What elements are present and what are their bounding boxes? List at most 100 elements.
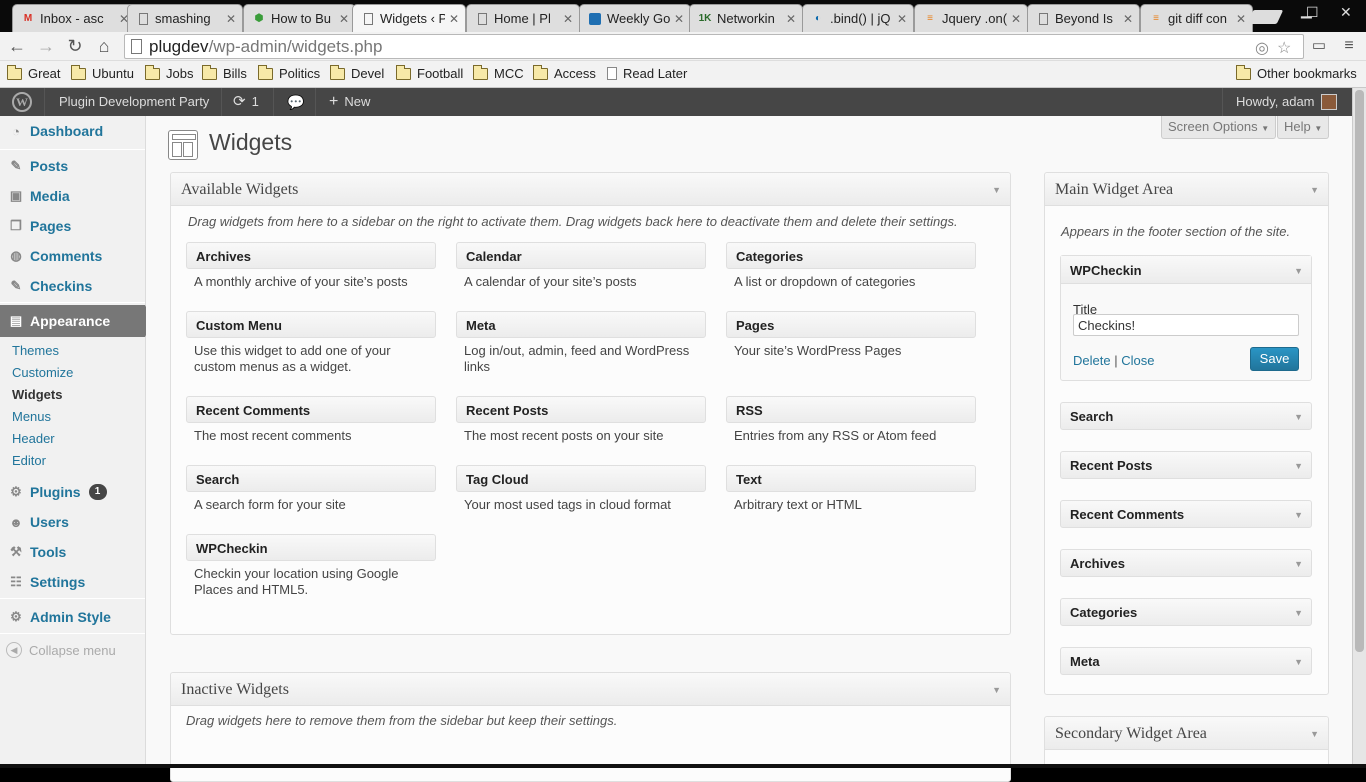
bookmark-folder[interactable]: Ubuntu [70,64,134,81]
close-link[interactable]: Close [1121,353,1154,368]
main-widget-area-header[interactable]: Main Widget Area ▼ [1045,173,1328,206]
available-widget-wpcheckin[interactable]: WPCheckin Checkin your location using Goo… [186,534,436,603]
available-widget-rss[interactable]: RSS Entries from any RSS or Atom feed [726,396,976,449]
available-widget-recent-posts[interactable]: Recent Posts The most recent posts on you… [456,396,706,449]
toggle-arrow-icon[interactable]: ▼ [1310,185,1319,195]
browser-tab[interactable]: M Inbox - asc ✕ [12,4,136,32]
browser-tab[interactable]: ⬢ How to Bu ✕ [243,4,356,32]
collapse-menu-button[interactable]: ◀ Collapse menu [6,642,116,658]
menu-dashboard[interactable]: ◔ Dashboard [0,116,145,146]
bookmark-folder[interactable]: Politics [257,64,320,81]
close-tab-icon[interactable]: ✕ [1236,12,1246,26]
toggle-arrow-icon[interactable]: ▼ [1294,559,1303,569]
menu-appearance[interactable]: ▤ Appearance [0,305,153,337]
submenu-editor[interactable]: Editor [12,453,46,468]
sidebar-widget-meta[interactable]: Meta ▼ [1060,647,1312,675]
maximize-icon[interactable]: ☐ [1306,4,1319,21]
screen-options-button[interactable]: Screen Options ▼ [1161,116,1277,139]
menu-comments[interactable]: ◍ Comments [0,241,145,271]
submenu-widgets[interactable]: Widgets [12,387,62,402]
title-field[interactable] [1073,314,1299,336]
location-icon[interactable]: ◎ [1255,38,1269,58]
cast-icon[interactable]: ▭ [1308,36,1330,58]
menu-checkins[interactable]: ✎ Checkins [0,271,145,301]
close-tab-icon[interactable]: ✕ [897,12,907,26]
sidebar-widget-recent-posts[interactable]: Recent Posts ▼ [1060,451,1312,479]
toggle-arrow-icon[interactable]: ▼ [1294,608,1303,618]
available-widget-recent-comments[interactable]: Recent Comments The most recent comments [186,396,436,449]
toggle-arrow-icon[interactable]: ▼ [1294,412,1303,422]
toggle-arrow-icon[interactable]: ▼ [1294,266,1303,276]
bookmark-folder[interactable]: Devel [329,64,384,81]
toggle-arrow-icon[interactable]: ▼ [992,185,1001,195]
toggle-arrow-icon[interactable]: ▼ [1294,510,1303,520]
available-widget-archives[interactable]: Archives A monthly archive of your site’s… [186,242,436,295]
browser-tab[interactable]: smashing ✕ [127,4,243,32]
menu-icon[interactable]: ≡ [1338,36,1360,58]
available-widget-tag-cloud[interactable]: Tag Cloud Your most used tags in cloud fo… [456,465,706,518]
close-tab-icon[interactable]: ✕ [563,12,573,26]
save-button[interactable]: Save [1250,347,1299,371]
available-widgets-header[interactable]: Available Widgets ▼ [171,173,1010,206]
comments-icon[interactable]: 💬 [287,88,304,116]
new-content-link[interactable]: + New [329,88,370,116]
menu-tools[interactable]: ⚒ Tools [0,537,145,567]
wordpress-logo-icon[interactable]: W [12,88,32,116]
new-tab-button[interactable] [1246,10,1284,24]
submenu-customize[interactable]: Customize [12,365,73,380]
available-widget-pages[interactable]: Pages Your site’s WordPress Pages [726,311,976,364]
page-scrollbar[interactable] [1352,88,1366,768]
close-window-icon[interactable]: ✕ [1340,4,1352,21]
browser-tab[interactable]: ≡ git diff con ✕ [1140,4,1253,32]
site-name-link[interactable]: Plugin Development Party [59,88,209,116]
menu-media[interactable]: ▣ Media [0,181,145,211]
available-widget-meta[interactable]: Meta Log in/out, admin, feed and WordPres… [456,311,706,380]
browser-tab[interactable]: ≡ Jquery .on( ✕ [914,4,1028,32]
submenu-menus[interactable]: Menus [12,409,51,424]
close-tab-icon[interactable]: ✕ [1123,12,1133,26]
my-account-link[interactable]: Howdy, adam [1236,88,1337,116]
bookmark-folder[interactable]: Great [6,64,61,81]
close-tab-icon[interactable]: ✕ [786,12,796,26]
back-icon[interactable]: ← [6,36,28,58]
bookmark-folder[interactable]: MCC [472,64,524,81]
available-widget-text[interactable]: Text Arbitrary text or HTML [726,465,976,518]
bookmark-folder[interactable]: Jobs [144,64,193,81]
scrollbar-thumb[interactable] [1355,90,1364,652]
available-widget-calendar[interactable]: Calendar A calendar of your site’s posts [456,242,706,295]
close-tab-icon[interactable]: ✕ [339,12,349,26]
reload-icon[interactable]: ↻ [64,36,86,58]
toggle-arrow-icon[interactable]: ▼ [1310,729,1319,739]
available-widget-search[interactable]: Search A search form for your site [186,465,436,518]
bookmark-read-later[interactable]: Read Later [607,66,687,81]
sidebar-widget-categories[interactable]: Categories ▼ [1060,598,1312,626]
close-tab-icon[interactable]: ✕ [674,12,684,26]
toggle-arrow-icon[interactable]: ▼ [1294,657,1303,667]
other-bookmarks[interactable]: Other bookmarks [1235,64,1357,81]
inactive-widgets-header[interactable]: Inactive Widgets ▼ [171,673,1010,706]
bookmark-folder[interactable]: Access [532,64,596,81]
sidebar-widget-archives[interactable]: Archives ▼ [1060,549,1312,577]
toggle-arrow-icon[interactable]: ▼ [1294,461,1303,471]
menu-users[interactable]: ☻ Users [0,507,145,537]
browser-tab[interactable]: Weekly Go ✕ [579,4,691,32]
available-widget-categories[interactable]: Categories A list or dropdown of categori… [726,242,976,295]
submenu-header[interactable]: Header [12,431,55,446]
browser-tab[interactable]: ◐ .bind() | jQ ✕ [802,4,914,32]
browser-tab[interactable]: 1K Networkin ✕ [689,4,803,32]
menu-posts[interactable]: ✎ Posts [0,151,145,181]
updates-link[interactable]: ⟳ 1 [233,88,259,116]
close-tab-icon[interactable]: ✕ [1011,12,1021,26]
home-icon[interactable]: ⌂ [93,36,115,58]
close-tab-icon[interactable]: ✕ [226,12,236,26]
menu-settings[interactable]: ☷ Settings [0,567,145,597]
toggle-arrow-icon[interactable]: ▼ [992,685,1001,695]
sidebar-widget-search[interactable]: Search ▼ [1060,402,1312,430]
help-button[interactable]: Help ▼ [1277,116,1330,139]
sidebar-widget-recent-comments[interactable]: Recent Comments ▼ [1060,500,1312,528]
bookmark-folder[interactable]: Football [395,64,463,81]
menu-admin-style[interactable]: ⚙ Admin Style [0,602,145,632]
bookmark-folder[interactable]: Bills [201,64,247,81]
menu-plugins[interactable]: ⚙ Plugins 1 [0,477,145,507]
menu-pages[interactable]: ❐ Pages [0,211,145,241]
